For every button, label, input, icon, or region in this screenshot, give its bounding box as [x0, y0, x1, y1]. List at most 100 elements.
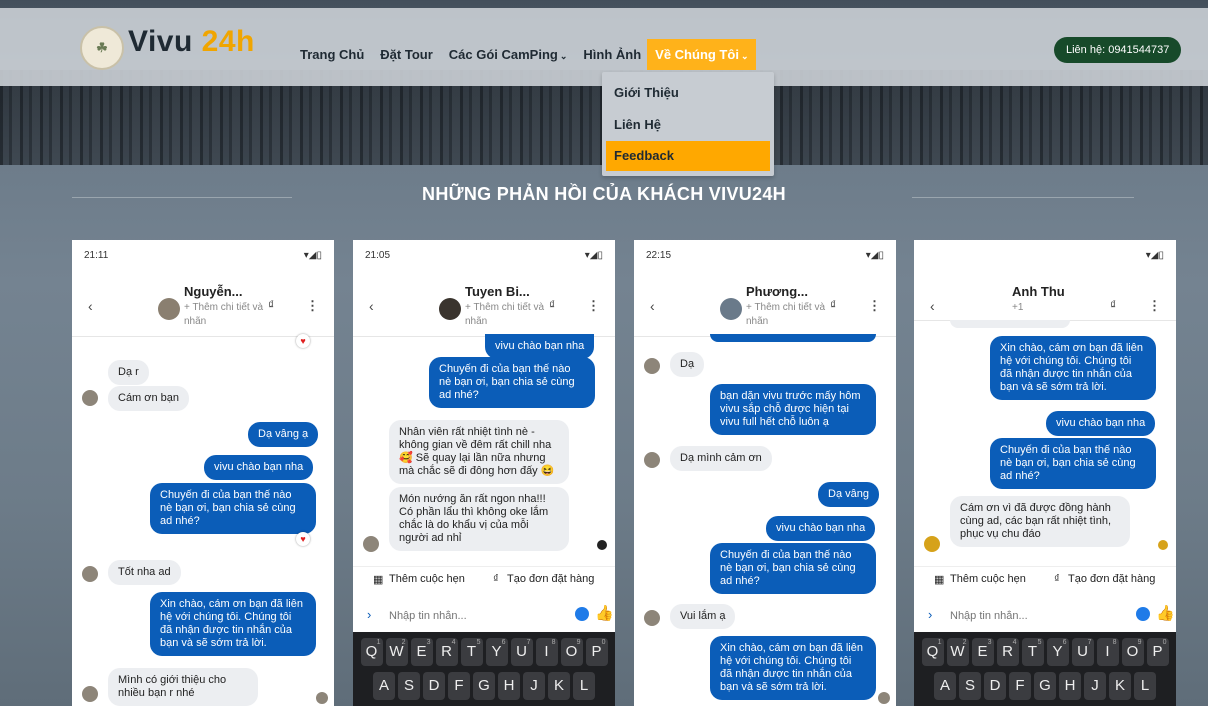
key[interactable]: T5 — [460, 638, 483, 666]
key[interactable]: J — [1084, 672, 1106, 700]
key[interactable]: F — [1009, 672, 1031, 700]
key[interactable]: S — [959, 672, 981, 700]
chat-contact-name: Anh Thu — [1012, 284, 1065, 299]
more-icon: ⋮ — [1148, 298, 1161, 313]
add-appointment-button[interactable]: Thêm cuộc hẹn — [389, 573, 465, 585]
avatar — [644, 358, 660, 374]
message-out: Chuyến đi của bạn thế nào nè bạn ơi, bạn… — [429, 357, 595, 408]
brand-logo[interactable]: ☘ — [80, 26, 124, 70]
about-dropdown-menu: Giới Thiệu Liên Hệ Feedback — [602, 72, 774, 176]
key[interactable]: L — [1134, 672, 1156, 700]
key[interactable]: Y6 — [485, 638, 508, 666]
key[interactable]: G — [1034, 672, 1056, 700]
emoji-icon[interactable] — [575, 607, 589, 621]
key-number: 6 — [1062, 639, 1067, 646]
chat-contact-sub: +1 — [1012, 302, 1024, 313]
dong-icon: ₫ — [549, 298, 556, 312]
nav-item-camping-label: Các Gói CamPing — [448, 47, 558, 62]
create-order-button[interactable]: Tạo đơn đặt hàng — [1068, 573, 1155, 585]
key[interactable]: U7 — [510, 638, 533, 666]
dropdown-item-contact[interactable]: Liên Hệ — [606, 110, 770, 140]
key[interactable]: D — [984, 672, 1006, 700]
key-number: 9 — [576, 639, 581, 646]
key-label: Y — [491, 643, 502, 660]
nav-item-about[interactable]: Về Chúng Tôi ⌄ — [647, 39, 757, 70]
key[interactable]: S — [398, 672, 420, 700]
key[interactable]: L — [573, 672, 595, 700]
contact-button[interactable]: Liên hệ: 0941544737 — [1054, 37, 1182, 63]
key[interactable]: A — [934, 672, 956, 700]
message-in: Dạ mình cảm ơn — [670, 446, 772, 471]
key-number: 1 — [376, 639, 381, 646]
key[interactable]: O9 — [560, 638, 583, 666]
create-order-button[interactable]: Tạo đơn đặt hàng — [507, 573, 594, 585]
avatar — [720, 298, 742, 320]
key[interactable]: K — [548, 672, 570, 700]
key[interactable]: D — [423, 672, 445, 700]
key[interactable]: K — [1109, 672, 1131, 700]
status-icons: ▾◢▯ — [1145, 250, 1164, 261]
message-input[interactable] — [948, 604, 1122, 628]
key-label: U — [1077, 643, 1088, 660]
dropdown-item-feedback[interactable]: Feedback — [606, 141, 770, 171]
status-time: 21:11 — [84, 250, 109, 261]
nav-item-camping[interactable]: Các Gói CamPing ⌄ — [449, 47, 568, 62]
brand-name[interactable]: Vivu 24h — [128, 24, 255, 60]
key[interactable]: G — [473, 672, 495, 700]
back-arrow-icon: ‹ — [930, 298, 935, 314]
nav-item-book-tour[interactable]: Đặt Tour — [380, 47, 432, 62]
key-label: P — [1152, 643, 1163, 660]
seen-avatar — [878, 692, 890, 704]
key[interactable]: H — [498, 672, 520, 700]
avatar — [158, 298, 180, 320]
back-arrow-icon: ‹ — [650, 298, 655, 314]
key[interactable]: P0 — [1146, 638, 1169, 666]
message-out: Dạ vâng ạ — [248, 422, 319, 447]
key[interactable]: T5 — [1021, 638, 1044, 666]
avatar — [439, 298, 461, 320]
chevron-right-icon[interactable]: › — [367, 607, 371, 622]
key[interactable]: R4 — [996, 638, 1019, 666]
key[interactable]: E3 — [410, 638, 433, 666]
message-out: vivu chào bạn nha — [766, 516, 876, 541]
key[interactable]: H — [1059, 672, 1081, 700]
dropdown-item-intro[interactable]: Giới Thiệu — [606, 78, 770, 108]
key[interactable]: A — [373, 672, 395, 700]
key[interactable]: I8 — [535, 638, 558, 666]
key[interactable]: Q1 — [921, 638, 944, 666]
brand-text-main: Vivu — [128, 25, 202, 58]
key-number: 2 — [401, 639, 406, 646]
avatar — [644, 610, 660, 626]
key-number: 8 — [551, 639, 556, 646]
key[interactable]: J — [523, 672, 545, 700]
thumbs-up-icon[interactable]: 👍 — [1156, 604, 1175, 622]
key[interactable]: I8 — [1096, 638, 1119, 666]
key[interactable]: P0 — [585, 638, 608, 666]
key[interactable]: W2 — [946, 638, 969, 666]
avatar — [644, 452, 660, 468]
emoji-icon[interactable] — [1136, 607, 1150, 621]
key[interactable]: E3 — [971, 638, 994, 666]
heart-icon: ♥ — [296, 532, 310, 546]
keyboard: Q1 W2 E3 R4 T5 Y6 U7 I8 O9 P0 A S D F G … — [914, 632, 1176, 706]
message-input[interactable] — [387, 604, 561, 628]
avatar — [82, 390, 98, 406]
key-label: T — [466, 643, 477, 660]
key[interactable]: R4 — [435, 638, 458, 666]
key-number: 2 — [962, 639, 967, 646]
nav-item-gallery[interactable]: Hình Ảnh — [583, 47, 641, 62]
chevron-right-icon[interactable]: › — [928, 607, 932, 622]
key[interactable]: Y6 — [1046, 638, 1069, 666]
thumbs-up-icon[interactable]: 👍 — [595, 604, 614, 622]
key[interactable]: F — [448, 672, 470, 700]
calendar-icon: ▦ — [373, 574, 384, 586]
message-in: Dạ — [670, 352, 705, 377]
key[interactable]: Q1 — [360, 638, 383, 666]
key[interactable]: U7 — [1071, 638, 1094, 666]
key[interactable]: O9 — [1121, 638, 1144, 666]
key[interactable]: W2 — [385, 638, 408, 666]
nav-item-home[interactable]: Trang Chủ — [300, 47, 364, 62]
keyboard-row-1: Q1 W2 E3 R4 T5 Y6 U7 I8 O9 P0 — [914, 638, 1176, 666]
back-arrow-icon: ‹ — [88, 298, 93, 314]
add-appointment-button[interactable]: Thêm cuộc hẹn — [950, 573, 1026, 585]
